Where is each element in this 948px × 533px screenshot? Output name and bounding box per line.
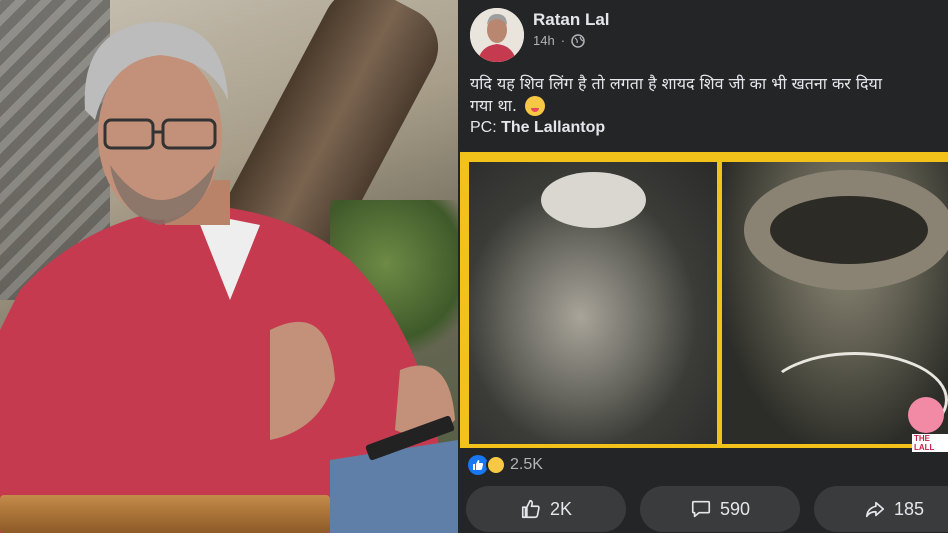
lallantop-logo-icon — [908, 397, 944, 433]
thumbs-up-mini-icon — [473, 460, 483, 470]
author-name[interactable]: Ratan Lal — [533, 10, 610, 30]
reactions-summary[interactable]: 2.5K — [468, 455, 543, 475]
globe-icon — [571, 33, 585, 48]
photo-credit-prefix: PC: — [470, 119, 502, 136]
photo-credit-source[interactable]: The Lallantop — [501, 119, 605, 136]
post-image-left — [469, 162, 717, 444]
reactions-count: 2.5K — [510, 456, 543, 473]
photo-credit: PC: The Lallantop — [470, 119, 605, 137]
screenshot-root: Ratan Lal 14h · यदि यह शिव लिंग है तो लग… — [0, 0, 948, 533]
comment-count: 590 — [719, 498, 751, 519]
image-watermark: THE LALL — [912, 434, 948, 452]
like-button[interactable]: 2K — [466, 486, 626, 532]
comment-button[interactable]: 590 — [640, 486, 800, 532]
stone-top — [541, 172, 646, 228]
winking-tongue-emoji-icon — [524, 96, 545, 116]
haha-reaction-icon — [486, 455, 506, 475]
post-text-line-2-wrap: गया था. — [470, 95, 948, 117]
like-reaction-icon — [468, 455, 488, 475]
wooden-chair — [0, 495, 330, 533]
like-count: 2K — [549, 498, 573, 519]
stone-ring — [744, 170, 948, 290]
person-illustration — [0, 21, 458, 533]
post-text: यदि यह शिव लिंग है तो लगता है शायद शिव ज… — [470, 73, 948, 117]
share-button[interactable]: 185 — [814, 486, 948, 532]
post-image-right: THE LALL — [722, 162, 948, 452]
meta-separator: · — [560, 33, 566, 48]
comment-icon — [691, 500, 711, 518]
author-avatar[interactable] — [470, 8, 524, 62]
post-text-line-1: यदि यह शिव लिंग है तो लगता है शायद शिव ज… — [470, 74, 882, 93]
thumbs-up-icon — [521, 499, 540, 519]
post-time[interactable]: 14h — [533, 33, 555, 48]
post-text-line-2: गया था. — [470, 96, 517, 115]
speaker-photo — [0, 0, 458, 533]
post-image[interactable]: THE LALL — [460, 152, 948, 452]
share-icon — [865, 501, 885, 518]
share-count: 185 — [893, 498, 925, 519]
avatar-portrait — [470, 8, 524, 62]
post-meta: 14h · — [533, 33, 585, 48]
